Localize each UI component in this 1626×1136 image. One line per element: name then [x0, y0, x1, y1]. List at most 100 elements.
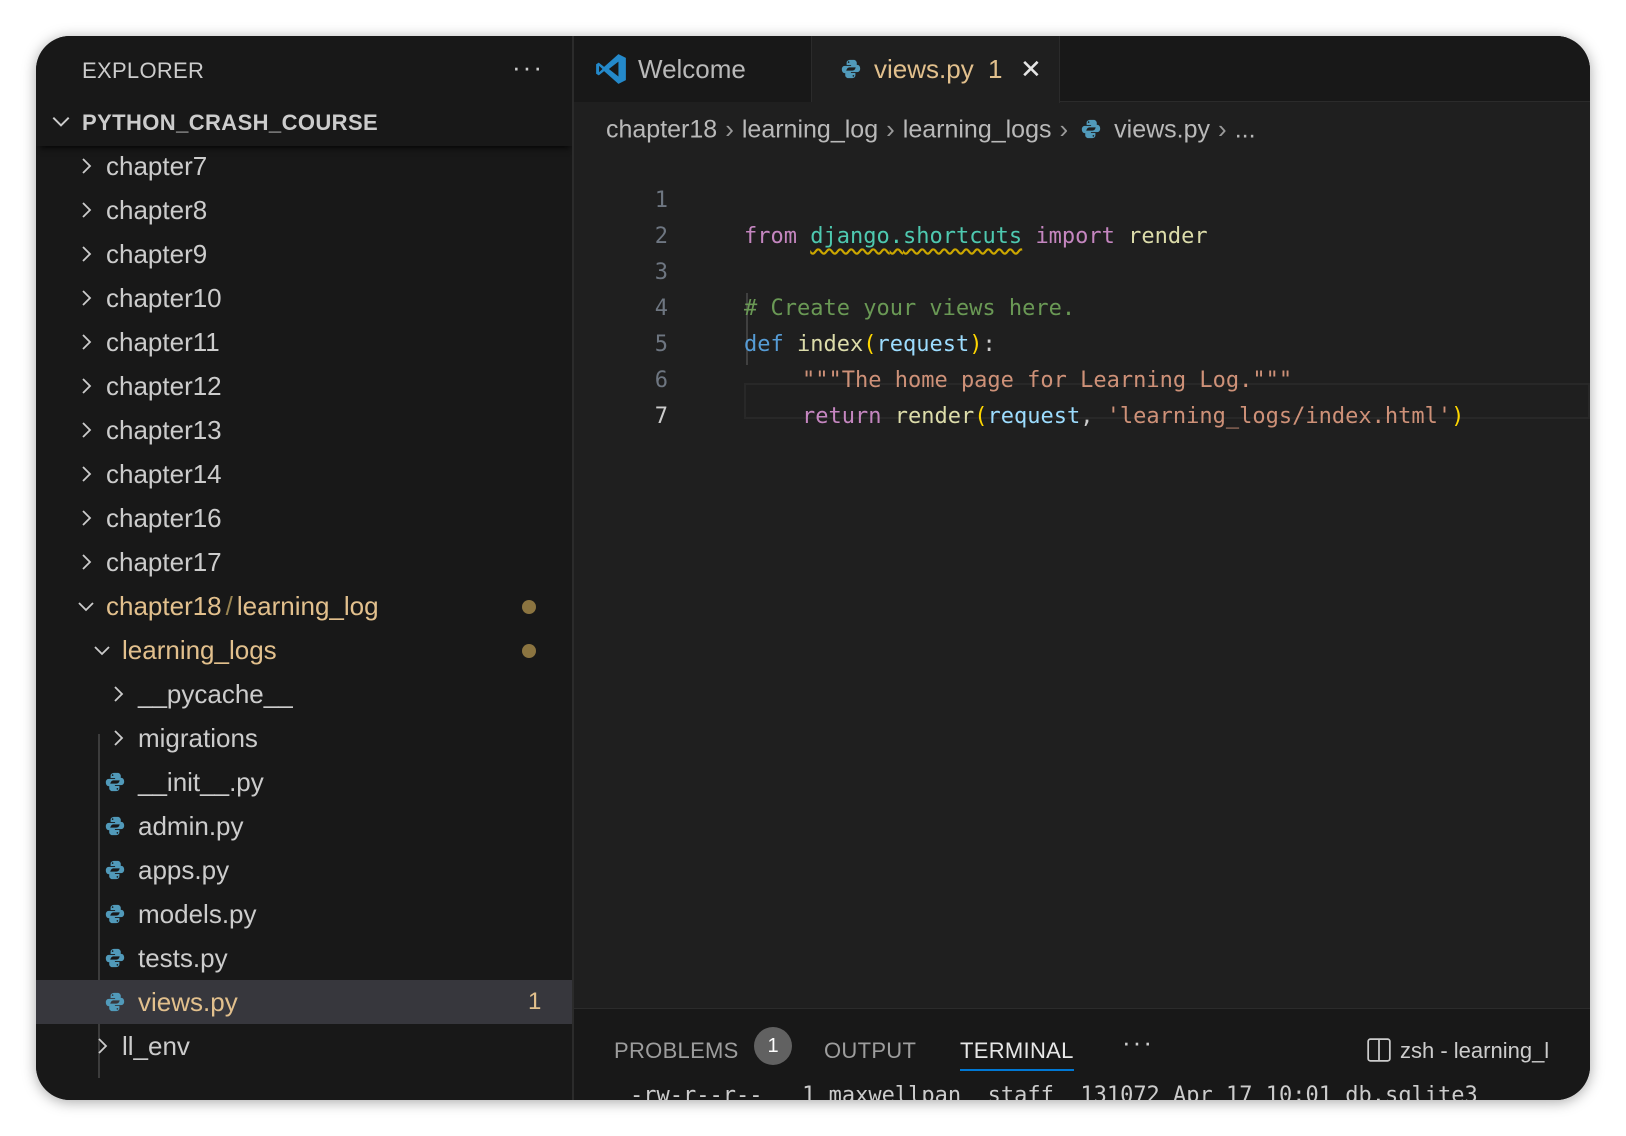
breadcrumb: chapter18 › learning_log › learning_logs › vie… [606, 108, 1256, 148]
file-tree: chapter6 chapter7 chapter8 chapter9 chap… [36, 122, 572, 1100]
line-number: 7 [654, 404, 668, 429]
chevron-down-icon [50, 110, 72, 132]
tab-terminal[interactable]: TERMINAL [960, 1031, 1074, 1071]
chevron-right-icon [76, 244, 96, 264]
chevron-right-icon [76, 420, 96, 440]
tree-folder-label: chapter8 [106, 195, 208, 225]
chevron-right-icon [76, 464, 96, 484]
breadcrumb-item[interactable]: views.py [1114, 115, 1210, 143]
tree-folder-label: chapter12 [106, 371, 222, 401]
tree-file-label: views.py [138, 987, 238, 1017]
chevron-down-icon [76, 596, 96, 616]
problem-count-badge: 1 [528, 988, 542, 1015]
chevron-right-icon [76, 552, 96, 572]
python-file-icon [1080, 118, 1102, 140]
vscode-logo-icon [596, 54, 626, 84]
tree-folder-chapter10[interactable]: chapter10 [36, 276, 572, 320]
vscode-window: EXPLORER ··· chapter6 chapter7 chapter8 … [36, 36, 1590, 1100]
terminal-title[interactable]: zsh - learning_l [1400, 1031, 1549, 1071]
chevron-right-icon [76, 376, 96, 396]
tree-folder-chapter17[interactable]: chapter17 [36, 540, 572, 584]
tree-file-views-selected[interactable]: views.py 1 [36, 980, 572, 1024]
chevron-right-icon: › [725, 114, 734, 145]
tree-folder-chapter16[interactable]: chapter16 [36, 496, 572, 540]
code-line: 4 def index(request): [574, 255, 1590, 357]
chevron-down-icon [92, 640, 112, 660]
tree-folder-chapter8[interactable]: chapter8 [36, 188, 572, 232]
breadcrumb-item[interactable]: learning_log [742, 115, 878, 143]
tree-folder-chapter11[interactable]: chapter11 [36, 320, 572, 364]
tree-file-tests[interactable]: tests.py [36, 936, 572, 980]
explorer-sidebar: EXPLORER ··· chapter6 chapter7 chapter8 … [36, 36, 574, 1100]
tab-views-py[interactable]: views.py 1 ✕ [812, 36, 1060, 103]
breadcrumb-ellipsis[interactable]: ... [1235, 115, 1256, 143]
tree-file-label: tests.py [138, 943, 228, 973]
python-file-icon [840, 58, 862, 80]
tree-folder-label: chapter13 [106, 415, 222, 445]
chevron-right-icon [76, 156, 96, 176]
tree-folder-pycache[interactable]: __pycache__ [36, 672, 572, 716]
python-file-icon [104, 991, 126, 1013]
panel-more-actions-button[interactable]: ··· [1122, 1027, 1154, 1058]
chevron-right-icon [76, 288, 96, 308]
tree-folder-ll-env[interactable]: ll_env [36, 1024, 572, 1068]
tree-folder-chapter9[interactable]: chapter9 [36, 232, 572, 276]
chevron-right-icon: › [1059, 114, 1069, 145]
python-file-icon [104, 903, 126, 925]
tree-folder-migrations[interactable]: migrations [36, 716, 572, 760]
code-text: return render(request, 'learning_logs/in… [802, 404, 1465, 429]
tree-folder-chapter12[interactable]: chapter12 [36, 364, 572, 408]
chevron-right-icon [76, 508, 96, 528]
tree-folder-label: chapter17 [106, 547, 222, 577]
python-file-icon [104, 815, 126, 837]
explorer-title: EXPLORER [82, 58, 205, 83]
tree-folder-chapter14[interactable]: chapter14 [36, 452, 572, 496]
chevron-right-icon [92, 1036, 112, 1056]
chevron-right-icon [76, 200, 96, 220]
modified-dot-indicator [522, 644, 536, 658]
tree-file-init[interactable]: __init__.py [36, 760, 572, 804]
tree-folder-label: migrations [138, 723, 258, 753]
tree-file-label: models.py [138, 899, 257, 929]
chevron-right-icon: › [1218, 114, 1227, 145]
split-terminal-icon[interactable] [1366, 1037, 1392, 1063]
tree-file-label: __init__.py [138, 767, 264, 797]
chevron-right-icon [76, 332, 96, 352]
python-file-icon [104, 947, 126, 969]
tree-file-label: apps.py [138, 855, 230, 885]
code-line: 1 from django.shortcuts import render [574, 147, 1590, 249]
tree-folder-chapter7[interactable]: chapter7 [36, 144, 572, 188]
code-line: 7 [574, 363, 1590, 429]
terminal-output[interactable]: -rw-r--r-- 1 maxwellpan staff 131072 Apr… [630, 1083, 1478, 1100]
tree-folder-label: chapter14 [106, 459, 222, 489]
editor-tab-bar: Welcome views.py 1 ✕ [574, 36, 1590, 103]
tab-label: Welcome [638, 54, 746, 84]
code-line: 3 # Create your views here. [574, 219, 1590, 321]
tree-file-models[interactable]: models.py [36, 892, 572, 936]
python-file-icon [104, 859, 126, 881]
close-icon[interactable]: ✕ [1020, 36, 1042, 102]
tree-folder-label: chapter16 [106, 503, 222, 533]
tree-file-admin[interactable]: admin.py [36, 804, 572, 848]
tree-file-apps[interactable]: apps.py [36, 848, 572, 892]
tree-folder-learning-logs[interactable]: learning_logs [36, 628, 572, 672]
code-line: 2 [574, 183, 1590, 249]
tab-label: views.py [874, 54, 974, 84]
tree-file-label: admin.py [138, 811, 244, 841]
explorer-more-actions-button[interactable]: ··· [512, 52, 544, 83]
tree-folder-chapter13[interactable]: chapter13 [36, 408, 572, 452]
tree-folder-label: chapter11 [106, 327, 220, 357]
tab-output[interactable]: OUTPUT [824, 1031, 916, 1071]
breadcrumb-item[interactable]: learning_logs [903, 115, 1052, 143]
tree-folder-label: chapter7 [106, 151, 208, 181]
chevron-right-icon [108, 728, 128, 748]
tree-folder-label: __pycache__ [138, 679, 293, 709]
project-root-header[interactable]: PYTHON_CRASH_COURSE [36, 102, 572, 146]
tab-welcome[interactable]: Welcome [574, 36, 812, 102]
tree-folder-chapter18-learning-log[interactable]: chapter18/learning_log [36, 584, 572, 628]
chevron-right-icon [108, 684, 128, 704]
tab-problems[interactable]: PROBLEMS [614, 1031, 739, 1071]
tree-folder-label: chapter9 [106, 239, 208, 269]
tree-folder-label: learning_logs [122, 635, 277, 665]
breadcrumb-item[interactable]: chapter18 [606, 115, 717, 143]
